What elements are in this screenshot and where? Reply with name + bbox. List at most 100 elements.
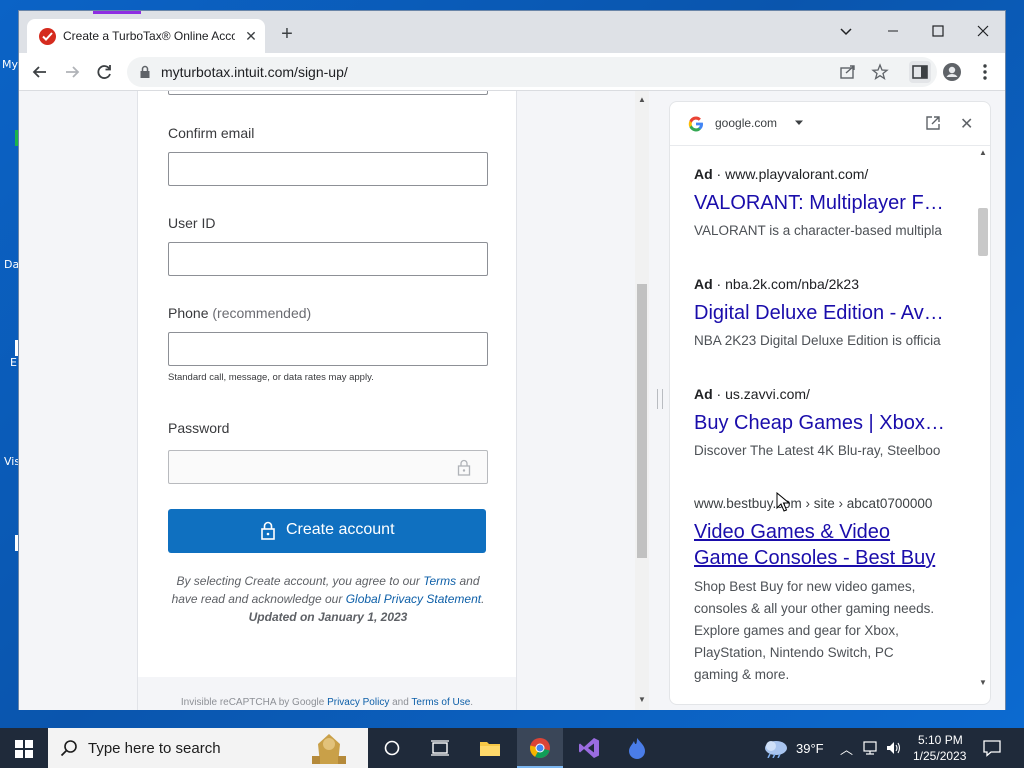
back-arrow-icon[interactable] bbox=[29, 61, 51, 83]
new-tab-button[interactable]: + bbox=[277, 24, 297, 45]
share-icon[interactable] bbox=[839, 63, 857, 81]
side-panel-icon[interactable] bbox=[909, 61, 931, 83]
create-account-label: Create account bbox=[286, 521, 395, 538]
task-view-button[interactable] bbox=[420, 728, 460, 768]
ad-url-line: Ad · nba.2k.com/nba/2k23 bbox=[694, 276, 859, 292]
result-title-link[interactable]: Digital Deluxe Edition - Av… bbox=[694, 302, 952, 325]
network-icon[interactable] bbox=[863, 741, 881, 755]
result-title-link[interactable]: VALORANT: Multiplayer F… bbox=[694, 192, 952, 215]
scroll-down-arrow-icon[interactable]: ▼ bbox=[978, 678, 988, 688]
clock-date[interactable]: 1/25/2023 bbox=[913, 749, 966, 763]
search-highlight-image[interactable] bbox=[298, 730, 360, 766]
scroll-down-arrow-icon[interactable]: ▼ bbox=[637, 695, 647, 705]
lock-icon[interactable] bbox=[139, 65, 151, 79]
tab-turbotax[interactable]: Create a TurboTax® Online Acco ✕ bbox=[27, 19, 265, 53]
confirm-email-field[interactable] bbox=[168, 152, 488, 186]
side-panel-header: google.com ✕ bbox=[670, 102, 990, 146]
phone-label: Phone (recommended) bbox=[168, 305, 311, 321]
volume-icon[interactable] bbox=[886, 741, 902, 755]
file-explorer-button[interactable] bbox=[470, 728, 510, 768]
taskbar-search-input[interactable]: Type here to search bbox=[48, 728, 368, 768]
browser-toolbar: myturbotax.intuit.com/sign-up/ bbox=[19, 53, 1005, 91]
page-scrollbar-thumb[interactable] bbox=[637, 284, 647, 558]
minimize-button[interactable] bbox=[881, 19, 905, 43]
desktop-icon-label[interactable]: My bbox=[2, 58, 18, 71]
phone-hint: (recommended) bbox=[212, 305, 312, 321]
app-button[interactable] bbox=[615, 728, 659, 768]
side-panel-resize-handle[interactable] bbox=[657, 389, 663, 409]
visual-studio-button[interactable] bbox=[567, 728, 611, 768]
search-result-ad: Ad · us.zavvi.com/ Buy Cheap Games | Xbo… bbox=[694, 386, 952, 458]
legal-text-3: . bbox=[481, 592, 485, 606]
tray-chevron-icon[interactable]: ︿ bbox=[840, 739, 853, 758]
recaptcha-and: and bbox=[389, 697, 412, 708]
email-field-partial[interactable] bbox=[168, 91, 488, 95]
terms-link[interactable]: Terms bbox=[423, 574, 456, 588]
url-text[interactable]: myturbotax.intuit.com/sign-up/ bbox=[161, 64, 348, 80]
menu-kebab-icon[interactable] bbox=[974, 61, 996, 83]
clock-time[interactable]: 5:10 PM bbox=[918, 733, 963, 747]
open-in-new-tab-icon[interactable] bbox=[925, 115, 941, 131]
recaptcha-end: . bbox=[470, 697, 474, 708]
side-panel-scrollbar[interactable]: ▲ ▼ bbox=[974, 146, 990, 704]
desktop-icon-label[interactable]: E bbox=[10, 356, 17, 369]
password-label: Password bbox=[168, 420, 230, 436]
reload-icon[interactable] bbox=[93, 61, 115, 83]
desktop-icon-label[interactable]: Da bbox=[4, 258, 19, 271]
dropdown-caret-icon[interactable] bbox=[794, 120, 804, 126]
create-account-button[interactable]: Create account bbox=[168, 509, 486, 553]
bookmark-star-icon[interactable] bbox=[871, 63, 889, 81]
recaptcha-notice: Invisible reCAPTCHA by Google Privacy Po… bbox=[138, 677, 516, 710]
result-url[interactable]: us.zavvi.com/ bbox=[725, 386, 810, 402]
scroll-up-arrow-icon[interactable]: ▲ bbox=[978, 148, 988, 158]
recaptcha-terms-link[interactable]: Terms of Use bbox=[411, 697, 470, 708]
page-scrollbar[interactable]: ▲ ▼ bbox=[635, 91, 649, 710]
global-privacy-link[interactable]: Global Privacy Statement bbox=[346, 592, 481, 606]
search-placeholder: Type here to search bbox=[88, 740, 221, 757]
result-title-line[interactable]: Game Consoles - Best Buy bbox=[694, 545, 952, 571]
side-panel-scrollbar-thumb[interactable] bbox=[978, 208, 988, 256]
recaptcha-text: Invisible reCAPTCHA by Google bbox=[180, 697, 328, 708]
close-window-button[interactable] bbox=[971, 19, 995, 43]
profile-avatar-icon[interactable] bbox=[941, 61, 963, 83]
result-title-line[interactable]: Video Games & Video bbox=[694, 519, 952, 545]
maximize-button[interactable] bbox=[926, 19, 950, 43]
page-content: Confirm email User ID Phone (recommended… bbox=[19, 91, 1005, 710]
legal-text: By selecting Create account, you agree t… bbox=[168, 572, 488, 626]
result-url[interactable]: www.bestbuy.com › site › abcat0700000 bbox=[694, 496, 952, 511]
close-side-panel-icon[interactable]: ✕ bbox=[960, 114, 973, 134]
temperature[interactable]: 39°F bbox=[796, 741, 824, 756]
result-url[interactable]: nba.2k.com/nba/2k23 bbox=[725, 276, 859, 292]
taskbar: Type here to search 39°F ︿ 5:10 PM 1/25/… bbox=[0, 728, 1024, 768]
start-button[interactable] bbox=[0, 728, 48, 768]
cortana-button[interactable] bbox=[372, 728, 412, 768]
search-icon bbox=[60, 740, 77, 757]
result-title-link[interactable]: Video Games & Video Game Consoles - Best… bbox=[694, 519, 952, 571]
result-description: Discover The Latest 4K Blu-ray, Steelboo bbox=[694, 443, 941, 458]
ad-url-line: Ad · us.zavvi.com/ bbox=[694, 386, 810, 402]
app-flame-icon bbox=[629, 738, 645, 759]
updated-date: Updated on January 1, 2023 bbox=[248, 610, 408, 624]
result-title-link[interactable]: Buy Cheap Games | Xbox… bbox=[694, 412, 952, 435]
password-field[interactable] bbox=[168, 450, 488, 484]
result-url[interactable]: www.playvalorant.com/ bbox=[725, 166, 868, 182]
phone-field[interactable] bbox=[168, 332, 488, 366]
cortana-circle-icon bbox=[384, 740, 400, 756]
notification-icon[interactable] bbox=[983, 739, 1001, 757]
weather-icon[interactable] bbox=[762, 738, 790, 758]
password-lock-icon[interactable] bbox=[457, 459, 471, 476]
ad-badge: Ad bbox=[694, 276, 713, 292]
tab-close-icon[interactable]: ✕ bbox=[243, 28, 259, 44]
chrome-button[interactable] bbox=[517, 728, 563, 768]
search-result-organic: www.bestbuy.com › site › abcat0700000 Vi… bbox=[694, 496, 952, 686]
turbotax-favicon-icon bbox=[39, 28, 56, 45]
task-view-icon bbox=[431, 740, 449, 756]
forward-arrow-icon[interactable] bbox=[61, 61, 83, 83]
tab-search-chevron-icon[interactable] bbox=[834, 19, 858, 43]
recaptcha-privacy-link[interactable]: Privacy Policy bbox=[327, 697, 389, 708]
tab-group-indicator bbox=[93, 11, 141, 14]
side-panel-domain[interactable]: google.com bbox=[715, 116, 777, 130]
scroll-up-arrow-icon[interactable]: ▲ bbox=[637, 95, 647, 105]
user-id-field[interactable] bbox=[168, 242, 488, 276]
address-bar[interactable]: myturbotax.intuit.com/sign-up/ bbox=[127, 57, 937, 87]
